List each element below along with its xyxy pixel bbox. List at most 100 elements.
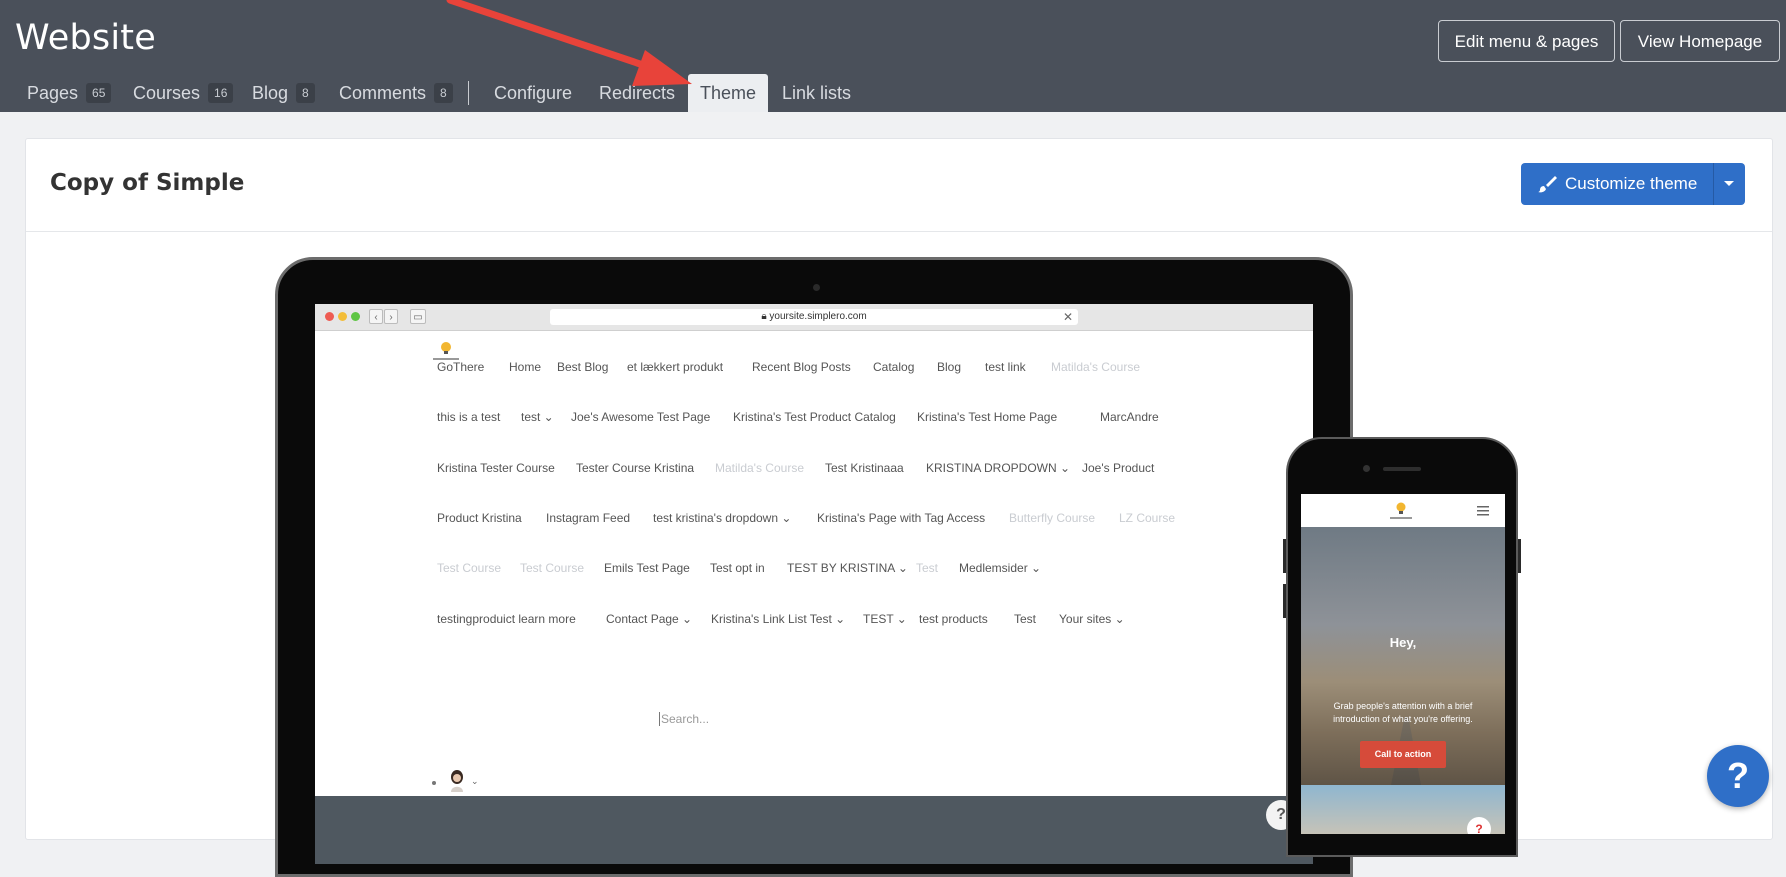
nav-link[interactable]: Blog <box>937 360 961 374</box>
tab-count-badge: 16 <box>208 83 234 103</box>
tab-separator <box>468 81 469 105</box>
tab-count-badge: 8 <box>296 83 315 103</box>
mobile-hero: Hey, Grab people's attention with a brie… <box>1301 527 1505 785</box>
tab-label: Blog <box>252 83 289 103</box>
camera-icon <box>1363 465 1370 472</box>
nav-link[interactable]: testingproduict learn more <box>437 612 576 626</box>
nav-link[interactable]: this is a test <box>437 410 500 424</box>
button-divider <box>1713 163 1714 205</box>
nav-link[interactable]: Instagram Feed <box>546 511 630 525</box>
nav-link[interactable]: Joe's Product <box>1082 461 1154 475</box>
nav-link[interactable]: Test <box>916 561 938 575</box>
page-title: Website <box>15 18 156 58</box>
nav-link[interactable]: Best Blog <box>557 360 608 374</box>
phone-preview: Hey, Grab people's attention with a brie… <box>1283 437 1521 857</box>
nav-link[interactable]: Matilda's Course <box>715 461 804 475</box>
nav-link[interactable]: Tester Course Kristina <box>576 461 694 475</box>
forward-icon: › <box>384 309 398 324</box>
bullet-icon <box>432 781 436 785</box>
hero-section-preview <box>315 796 1313 864</box>
tab-label: Comments <box>339 83 427 103</box>
laptop-preview: ‹ › ▭ 🔒︎ yoursite.simplero.com ✕ GoThere… <box>275 257 1353 877</box>
nav-link[interactable]: MarcAndre <box>1100 410 1159 424</box>
nav-link[interactable]: Joe's Awesome Test Page <box>571 410 710 424</box>
close-icon: ✕ <box>1063 310 1074 324</box>
hero-title: Hey, <box>1389 635 1417 650</box>
nav-link[interactable]: Medlemsider ⌄ <box>959 561 1041 575</box>
tab-courses[interactable]: Courses 16 <box>133 74 234 112</box>
nav-link[interactable]: Home <box>509 360 541 374</box>
camera-icon <box>813 284 820 291</box>
back-icon: ‹ <box>369 309 383 324</box>
close-window-icon <box>325 312 334 321</box>
nav-link[interactable]: test ⌄ <box>521 410 554 424</box>
nav-link[interactable]: LZ Course <box>1119 511 1175 525</box>
browser-toolbar: ‹ › ▭ 🔒︎ yoursite.simplero.com ✕ <box>315 304 1313 331</box>
nav-link[interactable]: Test Course <box>520 561 584 575</box>
tab-link-lists[interactable]: Link lists <box>782 74 851 112</box>
phone-button <box>1518 539 1521 573</box>
minimize-window-icon <box>338 312 347 321</box>
nav-link[interactable]: Kristina's Link List Test ⌄ <box>711 612 845 626</box>
edit-menu-pages-button[interactable]: Edit menu & pages <box>1438 20 1615 62</box>
phone-button <box>1283 584 1286 618</box>
laptop-screen: ‹ › ▭ 🔒︎ yoursite.simplero.com ✕ GoThere… <box>315 304 1313 864</box>
nav-link[interactable]: Product Kristina <box>437 511 522 525</box>
nav-link[interactable]: Test Course <box>437 561 501 575</box>
tab-pages[interactable]: Pages 65 <box>27 74 112 112</box>
view-homepage-button[interactable]: View Homepage <box>1620 20 1780 62</box>
nav-link[interactable]: Contact Page ⌄ <box>606 612 692 626</box>
site-logo-icon <box>1390 502 1412 519</box>
hamburger-menu-icon[interactable] <box>1477 506 1489 516</box>
address-bar: 🔒︎ yoursite.simplero.com <box>550 309 1078 325</box>
tab-comments[interactable]: Comments 8 <box>339 74 453 112</box>
maximize-window-icon <box>351 312 360 321</box>
nav-link[interactable]: Catalog <box>873 360 914 374</box>
nav-link[interactable]: GoThere <box>437 360 484 374</box>
nav-link[interactable]: Test Kristinaaa <box>825 461 904 475</box>
nav-link[interactable]: test products <box>919 612 988 626</box>
nav-link[interactable]: Test opt in <box>710 561 765 575</box>
phone-screen: Hey, Grab people's attention with a brie… <box>1301 494 1505 834</box>
tab-label: Pages <box>27 83 79 103</box>
nav-link[interactable]: Emils Test Page <box>604 561 690 575</box>
nav-link[interactable]: Kristina's Test Home Page <box>917 410 1057 424</box>
nav-link[interactable]: Kristina Tester Course <box>437 461 555 475</box>
nav-link[interactable]: Test <box>1014 612 1036 626</box>
tab-configure[interactable]: Configure <box>494 74 572 112</box>
call-to-action-button[interactable]: Call to action <box>1360 741 1446 768</box>
nav-link[interactable]: test kristina's dropdown ⌄ <box>653 511 791 525</box>
nav-link[interactable]: TEST ⌄ <box>863 612 907 626</box>
customize-theme-label: Customize theme <box>1565 174 1698 193</box>
tab-redirects[interactable]: Redirects <box>599 74 675 112</box>
phone-button <box>1283 539 1286 573</box>
sidebar-icon: ▭ <box>410 309 426 324</box>
nav-link[interactable]: Kristina's Page with Tag Access <box>817 511 985 525</box>
nav-link[interactable]: TEST BY KRISTINA ⌄ <box>787 561 908 575</box>
nav-link[interactable]: Butterfly Course <box>1009 511 1095 525</box>
address-url: yoursite.simplero.com <box>769 311 867 322</box>
customize-theme-button[interactable]: Customize theme <box>1521 163 1745 205</box>
theme-name: Copy of Simple <box>50 170 245 196</box>
avatar[interactable] <box>449 770 465 792</box>
help-chat-button[interactable]: ? <box>1707 745 1769 807</box>
nav-link[interactable]: Your sites ⌄ <box>1059 612 1125 626</box>
nav-link[interactable]: Kristina's Test Product Catalog <box>733 410 896 424</box>
tab-theme[interactable]: Theme <box>688 74 769 112</box>
chevron-down-icon: ⌄ <box>471 776 479 786</box>
card-header: Copy of Simple Customize theme <box>26 139 1772 232</box>
site-search-input[interactable]: Search... <box>659 712 709 726</box>
nav-link[interactable]: test link <box>985 360 1026 374</box>
nav-link[interactable]: et lækkert produkt <box>627 360 723 374</box>
nav-link[interactable]: Matilda's Course <box>1051 360 1140 374</box>
paintbrush-icon <box>1538 176 1557 193</box>
help-icon: ? <box>1467 817 1491 834</box>
speaker-icon <box>1383 467 1421 471</box>
tab-blog[interactable]: Blog 8 <box>252 74 315 112</box>
caret-down-icon[interactable] <box>1721 175 1737 191</box>
nav-link[interactable]: Recent Blog Posts <box>752 360 851 374</box>
tab-count-badge: 65 <box>86 83 112 103</box>
tab-count-badge: 8 <box>434 83 453 103</box>
nav-link[interactable]: KRISTINA DROPDOWN ⌄ <box>926 461 1070 475</box>
top-bar: Website Edit menu & pages View Homepage … <box>0 0 1786 112</box>
